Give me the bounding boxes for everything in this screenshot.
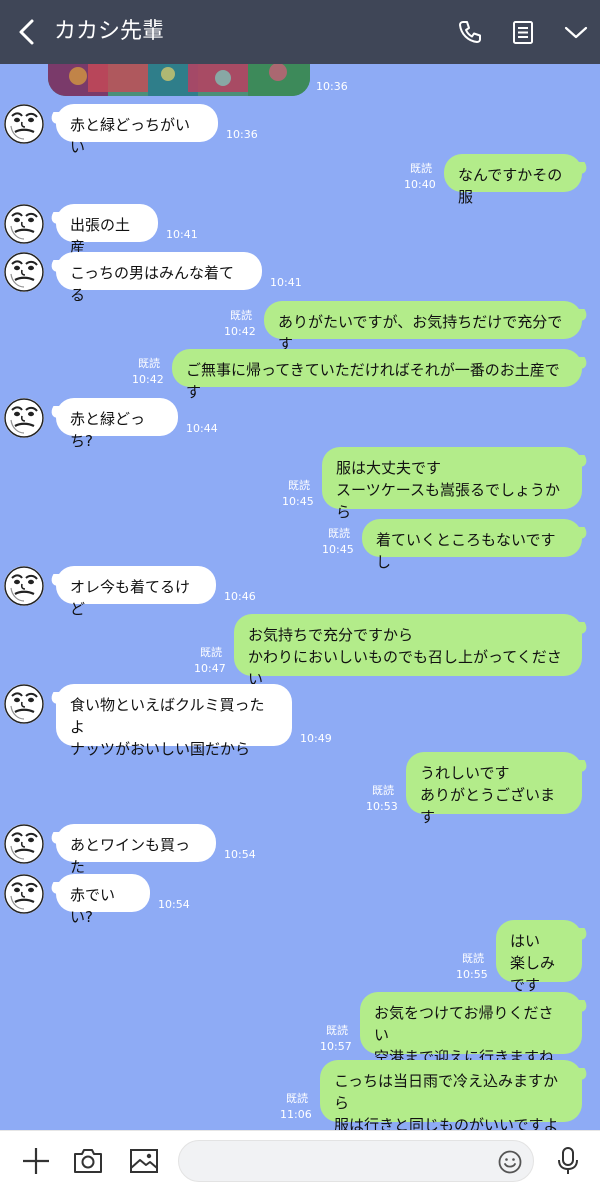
avatar[interactable] [4,104,44,144]
message-timestamp: 10:41 [270,276,302,289]
message-input[interactable] [179,1141,497,1183]
outgoing-message: 既読 ご無事に帰ってきていただければそれが一番のお土産です 10:42 [0,349,600,401]
incoming-message: あとワインも買った 10:54 [0,824,600,876]
read-receipt: 既読 [138,357,160,370]
message-bubble[interactable]: なんですかその服 [444,154,582,206]
avatar[interactable] [4,566,44,606]
chat-title: カカシ先輩 [54,19,165,44]
image-icon[interactable] [128,1145,160,1177]
read-receipt: 既読 [230,309,252,322]
message-timestamp: 10:53 [366,800,398,813]
message-bubble[interactable]: お気をつけてお帰りください 空港まで迎えに行きますね [360,992,582,1066]
message-timestamp: 10:41 [166,228,198,241]
incoming-message: オレ今も着てるけど 10:46 [0,566,600,618]
message-timestamp: 10:42 [224,325,256,338]
phone-icon[interactable] [456,18,484,46]
message-timestamp: 10:57 [320,1040,352,1053]
message-bubble[interactable]: ありがたいですが、お気持ちだけで充分です [264,301,582,353]
chat-area[interactable]: 10:36 赤と緑どっちがいい 10:36 既読 なんですかその服 10:40 出張の土… [0,64,600,1130]
message-timestamp: 10:54 [158,898,190,911]
message-bubble[interactable]: 赤でいい? [56,874,150,926]
message-timestamp: 10:45 [322,543,354,556]
message-timestamp: 11:06 [280,1108,312,1121]
outgoing-message: 既読 なんですかその服 10:40 [0,154,600,206]
message-bubble[interactable]: 食い物といえばクルミ買ったよ ナッツがおいしい国だから [56,684,292,758]
chevron-down-icon[interactable] [562,18,590,46]
chat-header: カカシ先輩 [0,0,600,64]
microphone-icon[interactable] [552,1145,584,1177]
read-receipt: 既読 [200,646,222,659]
emoji-icon[interactable] [497,1149,523,1175]
message-timestamp: 10:44 [186,422,218,435]
read-receipt: 既読 [462,952,484,965]
message-bubble[interactable]: うれしいです ありがとうございます [406,752,582,826]
message-bubble[interactable]: お気持ちで充分ですから かわりにおいしいものでも召し上がってください [234,614,582,688]
camera-icon[interactable] [72,1145,104,1177]
photo-timestamp: 10:36 [316,80,348,93]
read-receipt: 既読 [286,1092,308,1105]
outgoing-message: 既読 はい 楽しみです 10:55 [0,920,600,994]
incoming-message: 赤と緑どっち? 10:44 [0,398,600,450]
outgoing-message: 既読 こっちは当日雨で冷え込みますから 服は行きと同じものがいいですよ 11:06 [0,1060,600,1130]
message-timestamp: 10:45 [282,495,314,508]
message-timestamp: 10:49 [300,732,332,745]
input-bar [0,1130,600,1189]
message-bubble[interactable]: あとワインも買った [56,824,216,876]
incoming-message: 赤でいい? 10:54 [0,874,600,926]
message-input-box[interactable] [178,1140,534,1183]
message-timestamp: 10:55 [456,968,488,981]
outgoing-message: 既読 お気持ちで充分ですから かわりにおいしいものでも召し上がってください 10:4… [0,614,600,688]
incoming-message: 赤と緑どっちがいい 10:36 [0,104,600,156]
message-timestamp: 10:54 [224,848,256,861]
avatar[interactable] [4,252,44,292]
avatar[interactable] [4,398,44,438]
read-receipt: 既読 [328,527,350,540]
avatar[interactable] [4,684,44,724]
incoming-message: 出張の土産 10:41 [0,204,600,256]
message-bubble[interactable]: ご無事に帰ってきていただければそれが一番のお土産です [172,349,582,401]
message-bubble[interactable]: こっちの男はみんな着てる [56,252,262,304]
outgoing-message: 既読 着ていくところもないですし 10:45 [0,519,600,571]
message-bubble[interactable]: 赤と緑どっちがいい [56,104,218,156]
message-bubble[interactable]: 赤と緑どっち? [56,398,178,450]
outgoing-message: 既読 お気をつけてお帰りください 空港まで迎えに行きますね 10:57 [0,992,600,1066]
message-timestamp: 10:47 [194,662,226,675]
message-timestamp: 10:40 [404,178,436,191]
shared-photo[interactable] [48,64,310,96]
back-chevron-icon[interactable] [14,18,42,46]
message-bubble[interactable]: 出張の土産 [56,204,158,256]
message-bubble[interactable]: こっちは当日雨で冷え込みますから 服は行きと同じものがいいですよ [320,1060,582,1130]
avatar[interactable] [4,874,44,914]
incoming-message: こっちの男はみんな着てる 10:41 [0,252,600,304]
avatar[interactable] [4,204,44,244]
message-timestamp: 10:42 [132,373,164,386]
notes-icon[interactable] [509,18,537,46]
outgoing-message: 既読 ありがたいですが、お気持ちだけで充分です 10:42 [0,301,600,353]
outgoing-message: 既読 服は大丈夫です スーツケースも嵩張るでしょうから 10:45 [0,447,600,521]
outgoing-message: 既読 うれしいです ありがとうございます 10:53 [0,752,600,826]
avatar[interactable] [4,824,44,864]
message-bubble[interactable]: 服は大丈夫です スーツケースも嵩張るでしょうから [322,447,582,521]
incoming-message: 食い物といえばクルミ買ったよ ナッツがおいしい国だから 10:49 [0,684,600,758]
read-receipt: 既読 [372,784,394,797]
message-bubble[interactable]: オレ今も着てるけど [56,566,216,618]
read-receipt: 既読 [326,1024,348,1037]
read-receipt: 既読 [410,162,432,175]
message-bubble[interactable]: はい 楽しみです [496,920,582,994]
plus-icon[interactable] [20,1145,52,1177]
message-bubble[interactable]: 着ていくところもないですし [362,519,582,571]
message-timestamp: 10:46 [224,590,256,603]
read-receipt: 既読 [288,479,310,492]
message-timestamp: 10:36 [226,128,258,141]
